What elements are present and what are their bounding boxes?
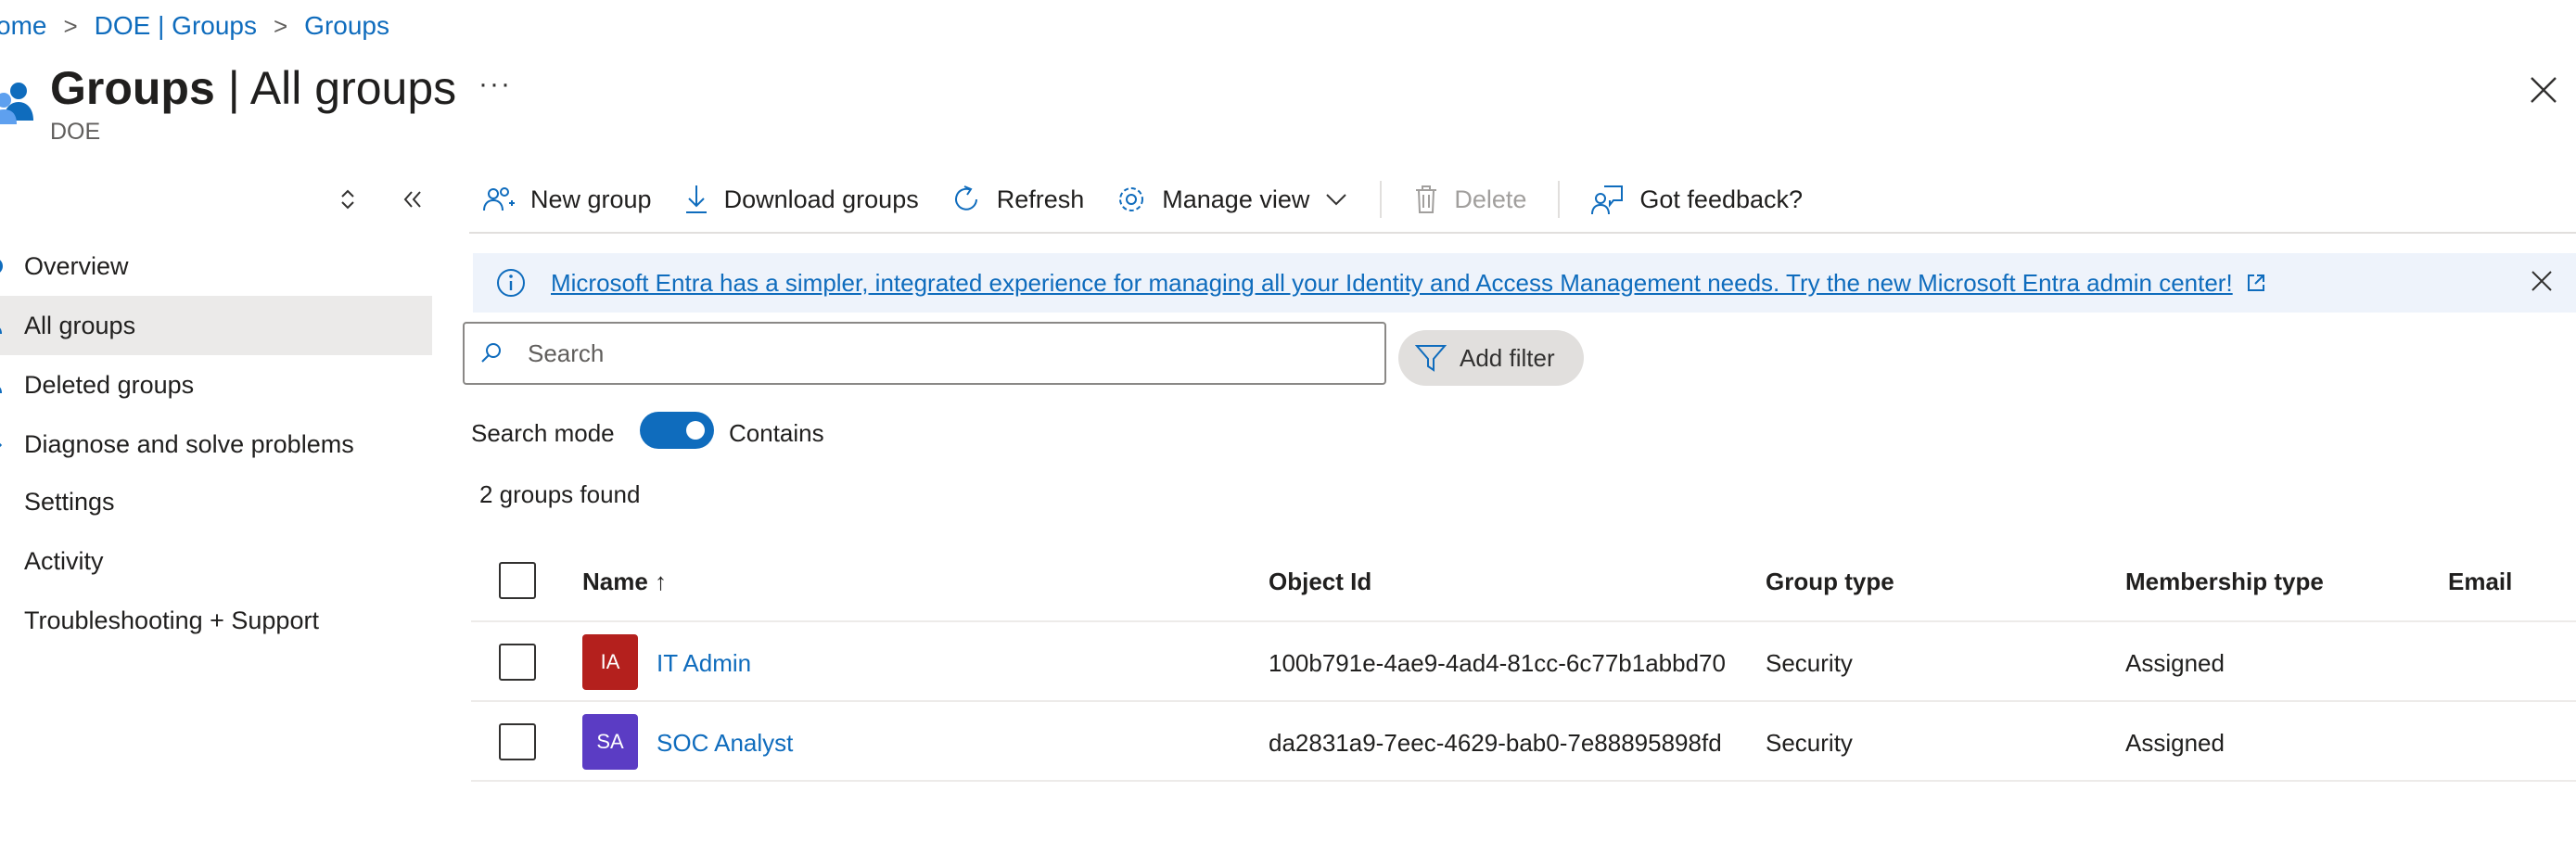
sidebar-item-settings[interactable]: Settings <box>0 472 432 531</box>
breadcrumb-doe-groups[interactable]: DOE | Groups <box>95 11 257 41</box>
close-icon[interactable] <box>2528 74 2559 106</box>
column-header-membership-type[interactable]: Membership type <box>2125 568 2324 596</box>
new-group-label: New group <box>530 185 652 213</box>
column-header-group-type[interactable]: Group type <box>1766 568 1894 596</box>
sidebar-item-deleted-groups[interactable]: Deleted groups <box>0 355 432 415</box>
membership-type-cell: Assigned <box>2125 649 2225 677</box>
sidebar-item-label: All groups <box>24 311 136 339</box>
group-type-cell: Security <box>1766 729 1853 757</box>
collapse-sidebar-icon[interactable] <box>399 185 427 213</box>
delete-button[interactable]: Delete <box>1413 184 1526 215</box>
add-filter-label: Add filter <box>1460 343 1555 372</box>
search-box <box>463 322 1386 385</box>
download-icon <box>685 185 707 213</box>
toolbar-divider <box>1380 181 1383 218</box>
search-mode-value: Contains <box>729 419 824 447</box>
group-name-link[interactable]: SOC Analyst <box>657 729 793 758</box>
download-groups-button[interactable]: Download groups <box>683 184 919 215</box>
add-people-icon <box>483 187 515 211</box>
more-options-button[interactable]: ··· <box>478 69 512 100</box>
object-id-cell: da2831a9-7eec-4629-bab0-7e88895898fd <box>1269 729 1722 757</box>
sidebar-item-label: Overview <box>24 251 129 280</box>
toolbar-divider <box>1558 181 1561 218</box>
object-id-cell: 100b791e-4ae9-4ad4-81cc-6c77b1abbd70 <box>1269 649 1726 677</box>
select-all-checkbox[interactable] <box>499 562 536 599</box>
refresh-label: Refresh <box>996 185 1085 213</box>
results-count: 2 groups found <box>479 480 641 508</box>
chevron-down-icon <box>1326 194 1347 206</box>
toolbar-divider-line <box>469 232 2576 234</box>
column-header-object-id[interactable]: Object Id <box>1269 568 1371 596</box>
page-title-bold: Groups <box>50 62 215 114</box>
info-icon <box>0 260 3 273</box>
sidebar-item-troubleshooting[interactable]: Troubleshooting + Support <box>0 591 432 650</box>
chevron-right-icon: > <box>63 11 78 40</box>
sidebar-item-label: Diagnose and solve problems <box>24 429 354 458</box>
column-header-name[interactable]: Name ↑ <box>582 568 667 596</box>
activity-icon <box>0 551 7 571</box>
sidebar-item-overview[interactable]: Overview <box>0 236 432 296</box>
sidebar-item-label: Activity <box>24 546 104 575</box>
gear-icon <box>0 491 7 512</box>
row-divider <box>471 780 2576 782</box>
refresh-icon <box>954 185 977 211</box>
group-type-cell: Security <box>1766 649 1853 677</box>
feedback-button[interactable]: Got feedback? <box>1591 184 1803 215</box>
sidebar-item-all-groups[interactable]: All groups <box>0 296 432 355</box>
manage-view-button[interactable]: Manage view <box>1116 184 1348 215</box>
page-title-rest: | All groups <box>214 62 457 114</box>
breadcrumb-home[interactable]: ome <box>0 11 46 41</box>
sidebar-item-label: Settings <box>24 487 115 516</box>
breadcrumb: ome > DOE | Groups > Groups <box>0 11 389 41</box>
column-header-email[interactable]: Email <box>2448 568 2512 596</box>
feedback-label: Got feedback? <box>1639 185 1804 213</box>
trash-icon <box>1416 185 1437 213</box>
info-banner: Microsoft Entra has a simpler, integrate… <box>473 253 2576 313</box>
groups-icon <box>0 83 33 124</box>
search-mode-toggle[interactable] <box>640 412 714 449</box>
gear-icon <box>1119 187 1144 211</box>
people-icon <box>0 387 2 393</box>
refresh-button[interactable]: Refresh <box>950 184 1085 215</box>
row-checkbox[interactable] <box>499 723 536 760</box>
dismiss-banner-icon[interactable] <box>2530 269 2554 293</box>
sidebar-item-activity[interactable]: Activity <box>0 531 432 591</box>
chevron-right-icon: > <box>273 11 288 40</box>
row-divider <box>471 700 2576 702</box>
add-filter-button[interactable]: Add filter <box>1398 330 1584 386</box>
support-icon <box>0 610 7 631</box>
filter-icon <box>1415 345 1447 372</box>
membership-type-cell: Assigned <box>2125 729 2225 757</box>
external-link-icon[interactable] <box>2246 273 2266 293</box>
people-icon <box>0 327 2 334</box>
breadcrumb-groups[interactable]: Groups <box>304 11 389 41</box>
toggle-knob <box>686 421 705 440</box>
entra-admin-center-link[interactable]: Microsoft Entra has a simpler, integrate… <box>551 269 2233 298</box>
info-icon <box>497 269 525 297</box>
delete-label: Delete <box>1454 185 1527 213</box>
row-checkbox[interactable] <box>499 644 536 681</box>
sidebar-item-label: Deleted groups <box>24 370 195 399</box>
command-bar: New group Download groups Refresh Manage… <box>482 176 1834 223</box>
sort-updown-icon[interactable] <box>334 185 362 213</box>
manage-view-label: Manage view <box>1162 185 1310 213</box>
feedback-icon <box>1591 185 1624 215</box>
new-group-button[interactable]: New group <box>482 185 652 214</box>
page-title: Groups | All groups <box>50 61 456 115</box>
group-avatar: SA <box>582 714 638 770</box>
wrench-icon <box>0 442 3 448</box>
header-divider <box>471 620 2576 622</box>
search-input[interactable] <box>526 338 1345 369</box>
page-subtitle: DOE <box>50 119 101 145</box>
group-name-link[interactable]: IT Admin <box>657 649 751 678</box>
sidebar-item-diagnose[interactable]: Diagnose and solve problems <box>0 415 432 474</box>
search-mode-label: Search mode <box>471 419 615 447</box>
sidebar-item-label: Troubleshooting + Support <box>24 606 319 634</box>
search-icon <box>481 343 501 363</box>
download-groups-label: Download groups <box>723 185 919 213</box>
group-avatar: IA <box>582 634 638 690</box>
